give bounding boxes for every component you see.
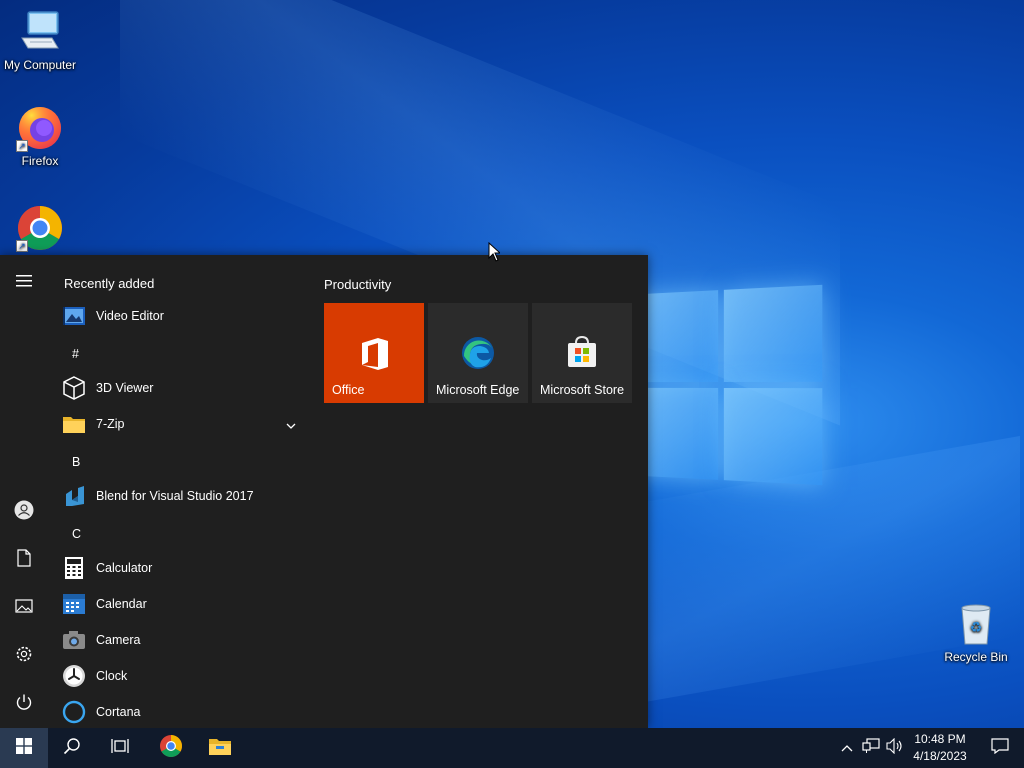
- desktop-icon-recycle-bin[interactable]: ♻ Recycle Bin: [936, 600, 1016, 664]
- chrome-icon: ↗: [16, 204, 64, 252]
- start-rail: [0, 255, 48, 728]
- task-view-icon: [111, 738, 129, 759]
- svg-text:♻: ♻: [970, 620, 983, 636]
- network-icon: [862, 737, 880, 759]
- desktop-icon-label: Firefox: [21, 154, 59, 168]
- notification-icon: [991, 737, 1009, 759]
- app-camera[interactable]: Camera: [62, 623, 306, 657]
- taskbar-chrome-button[interactable]: [147, 728, 195, 768]
- user-icon: [14, 500, 34, 525]
- action-center-button[interactable]: [976, 728, 1024, 768]
- mouse-cursor-icon: [488, 241, 502, 267]
- blend-icon: [62, 484, 86, 508]
- hamburger-icon: [16, 274, 32, 292]
- video-editor-icon: [62, 304, 86, 328]
- volume-button[interactable]: [884, 728, 906, 768]
- office-icon: [360, 337, 390, 376]
- windows-logo-icon: [16, 737, 32, 759]
- edge-icon: [461, 336, 495, 375]
- clock-time: 10:48 PM: [914, 732, 966, 746]
- tile-microsoft-store[interactable]: Microsoft Store: [532, 303, 632, 403]
- expand-menu-button[interactable]: [0, 263, 48, 303]
- calendar-icon: [62, 592, 86, 616]
- start-menu: Recently added Video Editor # 3D Viewer …: [0, 255, 648, 728]
- group-letter-b[interactable]: B: [72, 455, 80, 469]
- desktop-icon-label: Recycle Bin: [944, 650, 1008, 664]
- account-button[interactable]: [0, 492, 48, 532]
- store-icon: [566, 335, 598, 374]
- firefox-icon: ↗: [16, 104, 64, 152]
- search-icon: [63, 737, 81, 760]
- app-calendar[interactable]: Calendar: [62, 587, 306, 621]
- chevron-up-icon: [841, 739, 853, 757]
- tile-microsoft-edge[interactable]: Microsoft Edge: [428, 303, 528, 403]
- clock-date: 4/18/2023: [913, 749, 967, 763]
- recently-added-header: Recently added: [64, 276, 155, 291]
- recycle-bin-icon: ♻: [952, 600, 1000, 648]
- power-button[interactable]: [0, 684, 48, 724]
- app-video-editor[interactable]: Video Editor: [62, 299, 306, 333]
- app-blend-for-visual-studio[interactable]: Blend for Visual Studio 2017: [62, 479, 306, 513]
- app-clock[interactable]: Clock: [62, 659, 306, 693]
- app-7-zip[interactable]: 7-Zip: [62, 407, 306, 441]
- tile-office[interactable]: Office: [324, 303, 424, 403]
- cube-icon: [62, 376, 86, 400]
- tiles-group-header: Productivity: [324, 277, 392, 292]
- chrome-icon: [159, 734, 183, 763]
- chevron-down-icon[interactable]: [286, 417, 296, 435]
- computer-icon: [16, 8, 64, 56]
- desktop-icon-my-computer[interactable]: My Computer: [0, 8, 80, 72]
- taskbar: 10:48 PM 4/18/2023: [0, 728, 1024, 768]
- group-letter-hash[interactable]: #: [72, 347, 79, 361]
- app-cortana[interactable]: Cortana: [62, 695, 306, 728]
- clock[interactable]: 10:48 PM 4/18/2023: [906, 732, 974, 763]
- documents-button[interactable]: [0, 540, 48, 580]
- clock-icon: [62, 664, 86, 688]
- desktop-icon-chrome[interactable]: ↗: [0, 204, 80, 254]
- show-hidden-icons-button[interactable]: [836, 728, 858, 768]
- task-view-button[interactable]: [96, 728, 144, 768]
- network-button[interactable]: [860, 728, 882, 768]
- file-explorer-icon: [208, 736, 232, 761]
- power-icon: [15, 693, 33, 716]
- desktop-icon-firefox[interactable]: ↗ Firefox: [0, 104, 80, 168]
- settings-icon: [15, 645, 33, 668]
- pictures-button[interactable]: [0, 588, 48, 628]
- folder-icon: [62, 412, 86, 436]
- cortana-icon: [62, 700, 86, 724]
- group-letter-c[interactable]: C: [72, 527, 81, 541]
- app-3d-viewer[interactable]: 3D Viewer: [62, 371, 306, 405]
- taskbar-file-explorer-button[interactable]: [196, 728, 244, 768]
- search-button[interactable]: [48, 728, 96, 768]
- calculator-icon: [62, 556, 86, 580]
- speaker-icon: [886, 737, 904, 759]
- wallpaper-windows-logo: [629, 284, 823, 486]
- documents-icon: [17, 548, 31, 572]
- camera-icon: [62, 628, 86, 652]
- pictures-icon: [15, 598, 33, 618]
- desktop-icon-label: My Computer: [3, 58, 77, 72]
- app-calculator[interactable]: Calculator: [62, 551, 306, 585]
- start-button[interactable]: [0, 728, 48, 768]
- settings-button[interactable]: [0, 636, 48, 676]
- app-list[interactable]: Recently added Video Editor # 3D Viewer …: [48, 255, 308, 728]
